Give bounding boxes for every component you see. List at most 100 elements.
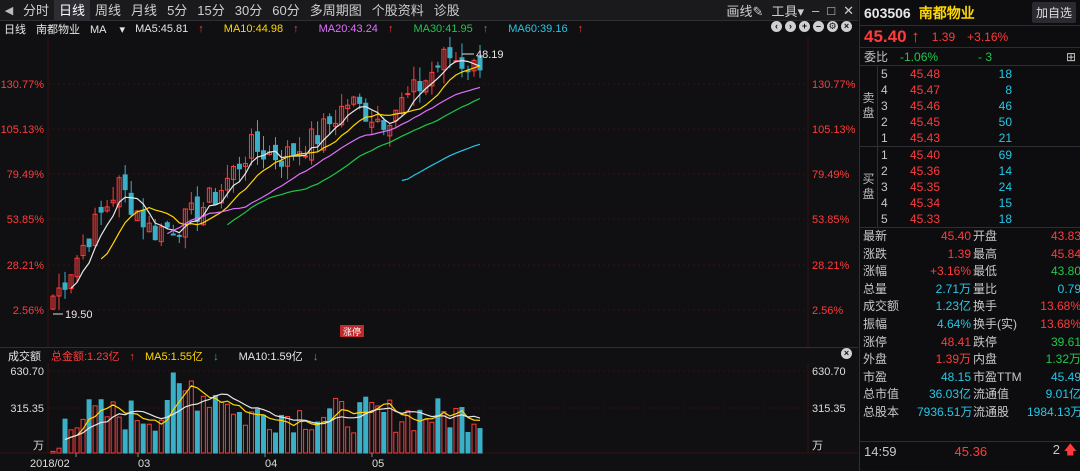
ask-row[interactable]: 3 45.46 46 xyxy=(878,98,1080,114)
level: 4 xyxy=(881,83,888,97)
tab-9[interactable]: 个股资料 xyxy=(367,0,429,21)
bid-row[interactable]: 4 45.34 15 xyxy=(878,195,1080,211)
ma60-line xyxy=(401,143,481,182)
period-toolbar: ◀ 分时 日线 周线 月线 5分 15分 30分 60分 多周期图 个股资料 诊股 画线✎ 工具▾ … xyxy=(0,0,858,21)
volume-chart[interactable]: 630.70 630.70 315.35 315.35 万 万 2018/02 03 04 05 xyxy=(0,363,858,471)
ask-row[interactable]: 4 45.47 8 xyxy=(878,82,1080,98)
quote-panel: 603506 南都物业 加自选 45.40 ↑ 1.39 +3.16% 委比 -… xyxy=(859,0,1080,471)
add-watchlist-button[interactable]: 加自选 xyxy=(1031,2,1076,23)
candle-body xyxy=(176,234,182,237)
stat-label: 最高 xyxy=(973,246,998,261)
kline-period-label: 日线 xyxy=(4,24,26,36)
date-label: 2018/02 xyxy=(30,458,70,470)
volume-bar xyxy=(423,419,429,454)
ask-row[interactable]: 5 45.48 18 xyxy=(878,66,1080,82)
book-price: 45.34 xyxy=(910,196,941,210)
volume-bar xyxy=(182,390,188,454)
candle-body xyxy=(315,135,321,145)
volume-bar xyxy=(62,418,68,454)
kline-axis-right-label: 2.56% xyxy=(812,305,843,317)
tab-8[interactable]: 多周期图 xyxy=(305,0,367,21)
candle-body xyxy=(128,192,134,215)
stock-name: 南都物业 xyxy=(918,4,975,21)
bid-row[interactable]: 1 45.40 69 xyxy=(878,147,1080,163)
back-icon[interactable]: ◀ xyxy=(0,0,18,21)
right-arrow-icon[interactable]: › xyxy=(785,21,796,32)
kline-chart[interactable]: 130.77% 130.77% 105.13% 105.13% 79.49% 79.49%… xyxy=(0,37,858,347)
volume-bar xyxy=(447,427,453,454)
volume-bar xyxy=(122,429,128,454)
book-price: 45.33 xyxy=(910,212,941,226)
stat-label: 外盘 xyxy=(863,352,888,367)
kline-stock-name: 南都物业 xyxy=(36,24,80,36)
volume-bar xyxy=(411,430,417,454)
volume-bar xyxy=(56,447,62,454)
volume-close-icon[interactable]: × xyxy=(841,348,852,359)
candle-body xyxy=(86,238,92,248)
volume-bar xyxy=(224,403,230,454)
volume-bar xyxy=(206,406,212,454)
left-arrow-icon[interactable]: ‹ xyxy=(771,21,782,32)
tab-7[interactable]: 60分 xyxy=(267,0,304,21)
volume-bar xyxy=(375,405,381,454)
ask-row[interactable]: 1 45.43 21 xyxy=(878,130,1080,146)
volume-bar xyxy=(242,424,248,454)
minimize-icon[interactable]: – xyxy=(808,3,823,18)
volume-bar xyxy=(92,405,98,454)
book-price: 45.46 xyxy=(910,99,941,113)
volume-bar xyxy=(267,429,273,454)
candle-body xyxy=(236,163,242,170)
bid-row[interactable]: 3 45.35 24 xyxy=(878,179,1080,195)
zoom-out-icon[interactable]: – xyxy=(813,21,824,32)
tab-3[interactable]: 月线 xyxy=(126,0,162,21)
level: 3 xyxy=(881,180,888,194)
volume-bar xyxy=(98,399,104,454)
volume-bar xyxy=(80,418,86,454)
volume-bar xyxy=(453,407,459,454)
ask-book: 卖盘 5 45.48 18 4 45.47 8 3 45.46 46 2 45.45 50 1 45.43… xyxy=(860,66,1080,147)
bid-label: 买盘 xyxy=(860,147,878,227)
candle-body xyxy=(170,233,176,236)
tab-1[interactable]: 日线 xyxy=(54,0,91,21)
volume-bar xyxy=(273,432,279,454)
kline-axis-right-label: 130.77% xyxy=(812,79,856,91)
volume-bar xyxy=(176,383,182,454)
indicator-select[interactable]: MA ▾ xyxy=(90,23,125,36)
volume-bar xyxy=(50,450,56,454)
tab-2[interactable]: 周线 xyxy=(90,0,126,21)
volume-bar xyxy=(477,428,483,454)
stat-value: +3.16% xyxy=(929,264,971,279)
close-icon[interactable]: ✕ xyxy=(839,3,858,19)
volume-bar xyxy=(188,380,194,454)
candle-body xyxy=(140,209,146,228)
book-volume: 18 xyxy=(998,67,1012,81)
stat-label: 成交额 xyxy=(863,299,900,314)
level: 4 xyxy=(881,196,888,210)
stat-value: 39.61 xyxy=(1050,334,1080,349)
candle-body xyxy=(98,206,104,213)
ask-list: 5 45.48 18 4 45.47 8 3 45.46 46 2 45.45 50 1 45.43 21 xyxy=(860,66,1080,146)
tab-4[interactable]: 5分 xyxy=(162,0,192,21)
tab-6[interactable]: 30分 xyxy=(230,0,267,21)
stat-value: 45.49 xyxy=(1050,369,1080,384)
tab-10[interactable]: 诊股 xyxy=(429,0,465,21)
ma5-label: MA5:45.81 ↑ xyxy=(135,23,204,35)
tools-button[interactable]: 工具▾ xyxy=(767,1,808,20)
ask-row[interactable]: 2 45.45 50 xyxy=(878,114,1080,130)
bid-row[interactable]: 5 45.33 18 xyxy=(878,211,1080,227)
book-volume: 50 xyxy=(998,115,1012,129)
volume-axis-right-label: 万 xyxy=(812,440,823,452)
volume-ma10: MA10:1.59亿 ↓ xyxy=(238,350,319,363)
bid-row[interactable]: 2 45.36 14 xyxy=(878,163,1080,179)
draw-line-button[interactable]: 画线✎ xyxy=(723,1,768,20)
chart-close-icon[interactable]: × xyxy=(841,21,852,32)
candle-body xyxy=(122,174,128,191)
tab-0[interactable]: 分时 xyxy=(18,0,54,21)
candle-body xyxy=(164,222,170,228)
stat-label: 最低 xyxy=(973,264,998,279)
tab-5[interactable]: 15分 xyxy=(192,0,229,21)
grid-icon[interactable]: ⊞ xyxy=(1066,50,1076,64)
maximize-icon[interactable]: □ xyxy=(823,3,839,18)
settings-icon[interactable]: ⚙ xyxy=(827,21,838,32)
zoom-in-icon[interactable]: + xyxy=(799,21,810,32)
